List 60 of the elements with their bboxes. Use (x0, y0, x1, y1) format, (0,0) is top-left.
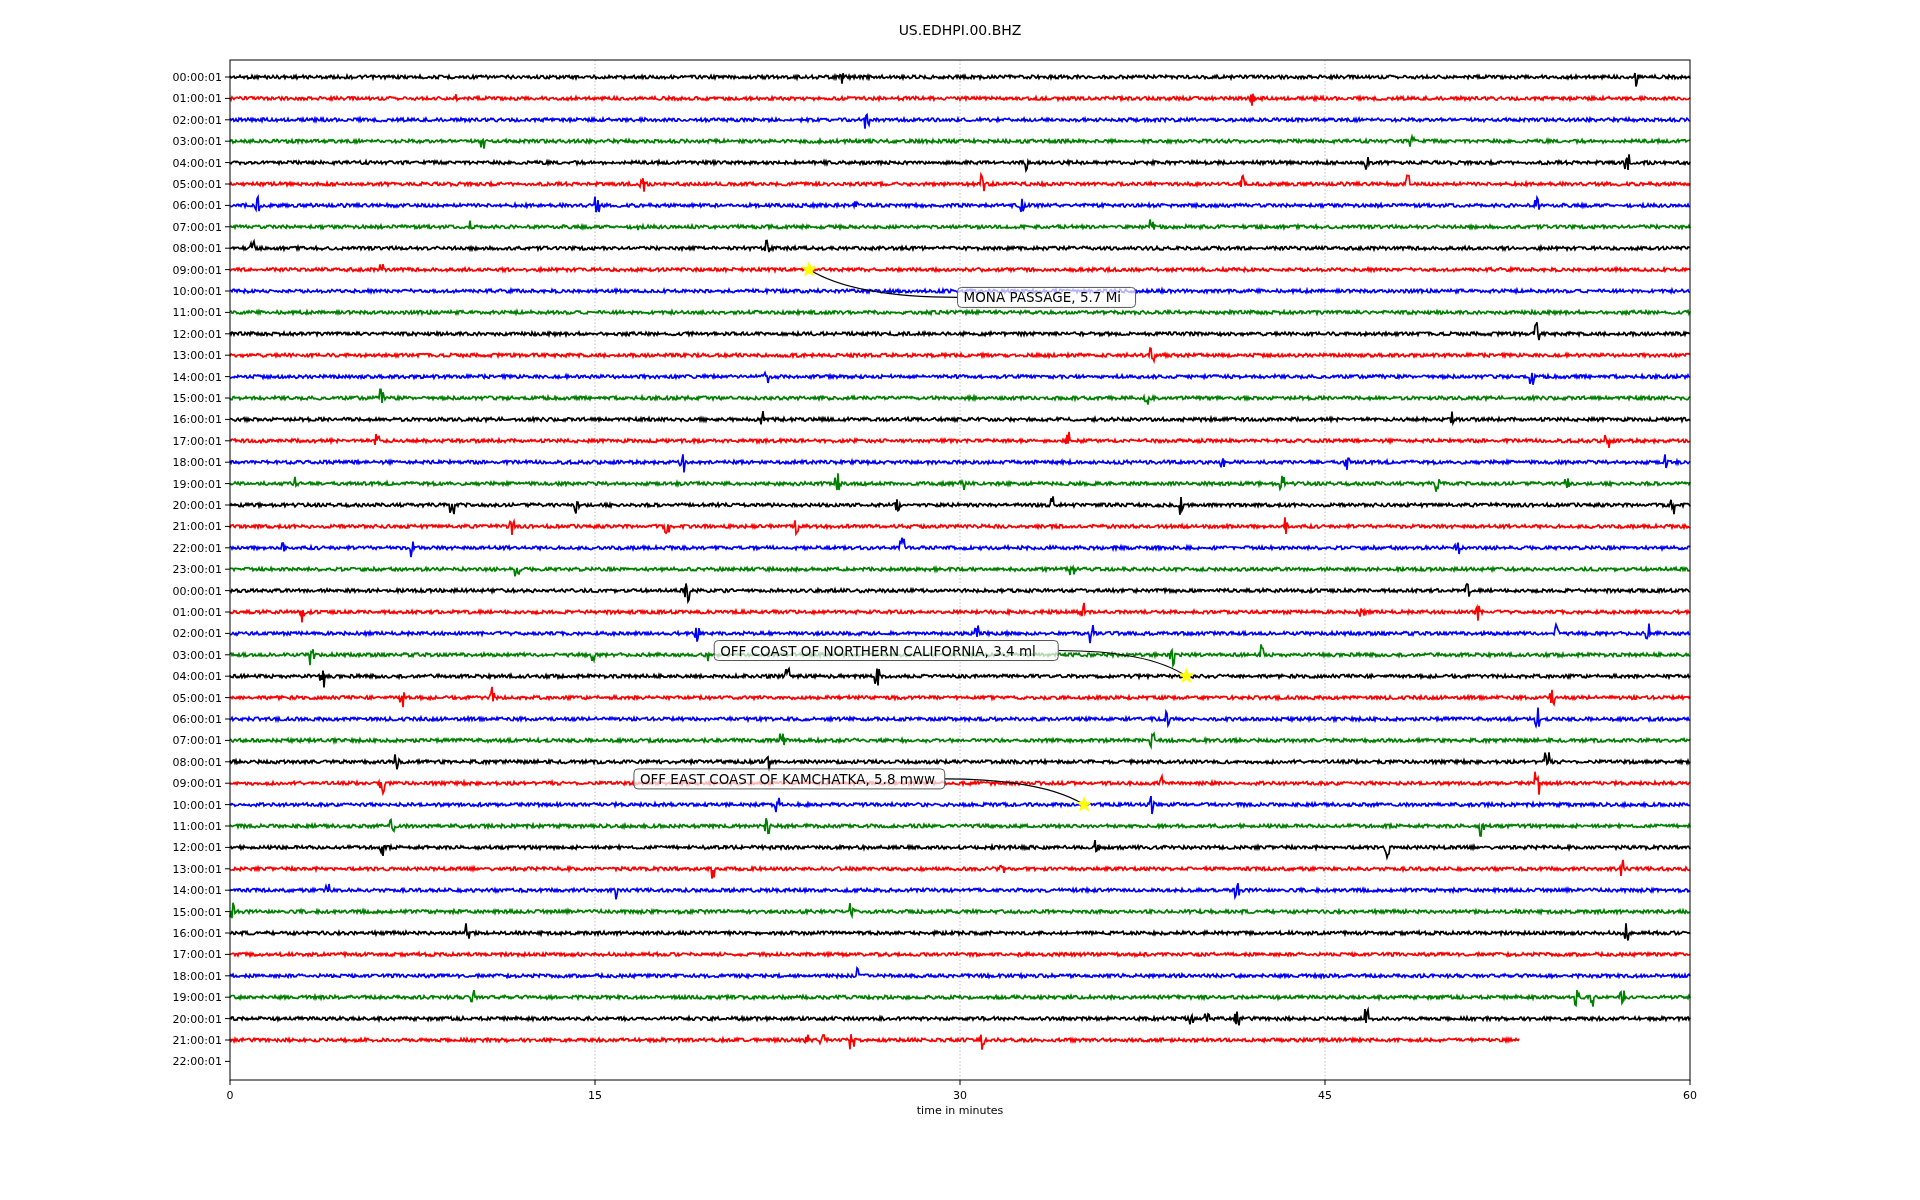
event-label: OFF EAST COAST OF KAMCHATKA, 5.8 mww (633, 768, 946, 790)
tick-label: 09:00:01 (172, 263, 222, 277)
tick-label: 00:00:01 (172, 71, 222, 84)
tick-label: 01:00:01 (172, 92, 222, 106)
tick-label: 12:00:01 (172, 841, 222, 855)
tick-label: 17:00:01 (172, 434, 222, 448)
tick-label: 19:00:01 (172, 477, 222, 491)
tick-label: 18:00:01 (172, 969, 222, 983)
tick-label: 17:00:01 (172, 948, 222, 962)
tick-label: 03:00:01 (172, 135, 222, 149)
tick-label: 04:00:01 (172, 156, 222, 170)
tick-label: 22:00:01 (172, 541, 222, 555)
axis-label: time in minutes (916, 1104, 1004, 1117)
tick-label: 21:00:01 (172, 1034, 222, 1047)
tick-label: 01:00:01 (172, 606, 222, 619)
star-icon (801, 261, 818, 277)
tick-label: 16:00:01 (172, 413, 222, 427)
tick-label: 13:00:01 (172, 862, 222, 876)
event-label: OFF COAST OF NORTHERN CALIFORNIA, 3.4 ml (713, 640, 1059, 661)
tick-label: 07:00:01 (172, 220, 222, 234)
tick-label: 60 (1683, 1089, 1697, 1102)
tick-label: 23:00:01 (172, 563, 222, 577)
chart-title: US.EDHPI.00.BHZ (898, 22, 1022, 38)
tick-label: 11:00:01 (172, 306, 222, 320)
tick-label: 00:00:01 (172, 584, 222, 598)
tick-label: 05:00:01 (172, 178, 222, 191)
tick-label: 21:00:01 (172, 520, 222, 534)
tick-label: 13:00:01 (172, 349, 222, 363)
tick-label: 05:00:01 (172, 691, 222, 705)
star-icon (1076, 796, 1093, 812)
tick-label: 07:00:01 (172, 734, 222, 748)
tick-label: 06:00:01 (172, 713, 222, 726)
tick-label: 10:00:01 (172, 285, 222, 298)
tick-label: 12:00:01 (172, 327, 222, 341)
tick-label: 14:00:01 (172, 370, 222, 384)
tick-label: 03:00:01 (172, 648, 222, 662)
tick-label: 22:00:01 (172, 1055, 222, 1069)
tick-label: 08:00:01 (172, 242, 222, 256)
tick-label: 16:00:01 (172, 927, 222, 940)
tick-label: 15:00:01 (172, 905, 222, 919)
event-label: MONA PASSAGE, 5.7 Mi (957, 286, 1137, 308)
tick-label: 02:00:01 (172, 113, 222, 127)
tick-label: 20:00:01 (172, 1012, 222, 1026)
tick-label: 20:00:01 (172, 499, 222, 512)
tick-label: 0 (226, 1089, 234, 1102)
tick-label: 06:00:01 (172, 199, 222, 213)
tick-label: 08:00:01 (172, 755, 222, 769)
tick-label: 18:00:01 (172, 456, 222, 470)
tick-label: 19:00:01 (172, 991, 222, 1005)
tick-label: 10:00:01 (172, 798, 222, 812)
tick-label: 02:00:01 (172, 627, 222, 641)
star-icon (1178, 667, 1195, 684)
tick-label: 15:00:01 (172, 392, 222, 405)
tick-label: 04:00:01 (172, 670, 222, 684)
tick-label: 15 (588, 1089, 602, 1102)
tick-label: 14:00:01 (172, 884, 222, 898)
tick-label: 30 (953, 1089, 967, 1102)
tick-label: 11:00:01 (172, 820, 222, 833)
tick-label: 45 (1318, 1089, 1332, 1102)
tick-label: 09:00:01 (172, 777, 222, 791)
